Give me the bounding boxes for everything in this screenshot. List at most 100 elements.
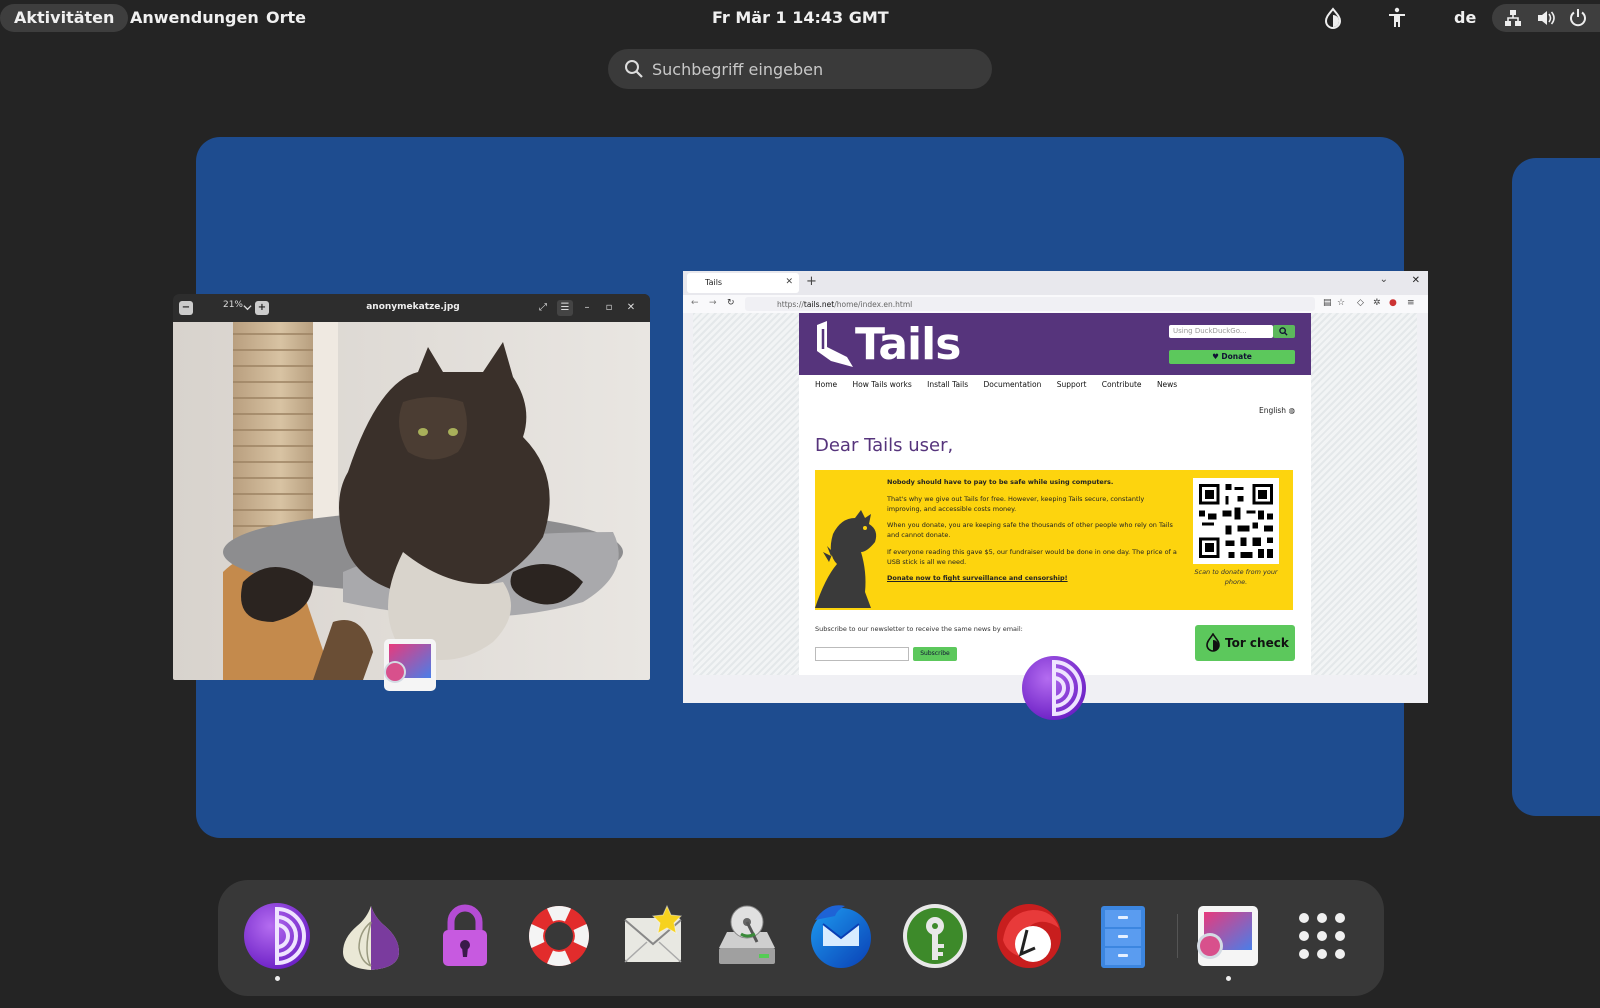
url-path: /home/index.en.html — [834, 300, 913, 309]
fullscreen-icon[interactable]: ⤢ — [535, 300, 551, 316]
clock[interactable]: Fr Mär 1 14:43 GMT — [712, 4, 889, 32]
globe-icon: ◍ — [1288, 406, 1295, 415]
help-lifebuoy-icon[interactable] — [523, 900, 595, 972]
image-viewer-window[interactable]: − 21% + anonymekatze.jpg ⤢ ☰ – ▫ ✕ — [173, 294, 650, 680]
tor-browser-icon — [1022, 656, 1086, 720]
tails-logo-text[interactable]: Tails — [855, 319, 961, 370]
nav-support[interactable]: Support — [1057, 380, 1087, 389]
reader-view-icon[interactable]: ▤ — [1323, 298, 1332, 308]
browser-tab-bar: Tails ✕ + ⌄ ✕ — [683, 271, 1428, 295]
ublock-icon[interactable]: ● — [1389, 298, 1397, 308]
back-icon[interactable]: ← — [691, 298, 699, 308]
nav-home[interactable]: Home — [815, 380, 837, 389]
tor-check-button[interactable]: Tor check — [1195, 625, 1295, 661]
qr-caption: Scan to donate from your phone. — [1194, 568, 1278, 586]
banner-text: Nobody should have to pay to be safe whi… — [887, 478, 1177, 591]
forward-icon[interactable]: → — [709, 298, 717, 308]
url-host: tails.net — [803, 300, 835, 309]
tab-title: Tails — [705, 278, 723, 287]
newsletter-text: Subscribe to our newsletter to receive t… — [815, 625, 1023, 633]
reload-icon[interactable]: ↻ — [727, 298, 735, 308]
tails-logo-icon[interactable] — [813, 319, 855, 369]
extensions-icon[interactable]: ✲ — [1373, 298, 1381, 308]
language-label: English — [1258, 406, 1287, 415]
chevron-down-icon[interactable] — [243, 303, 252, 312]
browser-navbar: ← → ↻ https://tails.net/home/index.en.ht… — [683, 295, 1428, 313]
nav-documentation[interactable]: Documentation — [984, 380, 1042, 389]
search-bar — [608, 49, 992, 89]
language-selector[interactable]: English ◍ — [1259, 406, 1295, 415]
electrum-icon[interactable] — [993, 900, 1065, 972]
accessibility-icon[interactable] — [1385, 6, 1409, 30]
next-workspace-thumbnail[interactable] — [1512, 158, 1600, 816]
nav-contribute[interactable]: Contribute — [1102, 380, 1142, 389]
dash-separator — [1177, 914, 1178, 958]
maximize-icon[interactable]: ▫ — [601, 300, 617, 316]
files-icon[interactable] — [1087, 900, 1159, 972]
close-tab-icon[interactable]: ✕ — [785, 277, 793, 287]
system-menu[interactable] — [1492, 4, 1600, 32]
qr-code — [1193, 478, 1279, 564]
donate-button[interactable]: ♥ Donate — [1169, 350, 1295, 364]
greeting-heading: Dear Tails user, — [815, 435, 954, 456]
menu-icon[interactable]: ≡ — [1407, 298, 1415, 308]
email-icon[interactable] — [617, 900, 689, 972]
menu-icon[interactable]: ☰ — [557, 300, 573, 316]
top-bar: Aktivitäten Anwendungen Orte Fr Mär 1 14… — [0, 0, 1600, 36]
tor-browser-window[interactable]: Tails ✕ + ⌄ ✕ ← → ↻ https://tails.net/ho… — [683, 271, 1428, 703]
places-menu[interactable]: Orte — [252, 4, 320, 32]
thunderbird-icon[interactable] — [805, 900, 877, 972]
tails-webpage: Tails Using DuckDuckGo... ♥ Donate Home … — [799, 313, 1311, 675]
new-tab-button[interactable]: + — [806, 274, 817, 289]
tab-list-icon[interactable]: ⌄ — [1380, 274, 1388, 285]
search-icon — [625, 60, 643, 78]
image-viewer-header: − 21% + anonymekatze.jpg ⤢ ☰ – ▫ ✕ — [173, 294, 650, 322]
tor-browser-icon[interactable] — [241, 900, 313, 972]
zoom-out-button[interactable]: − — [179, 301, 193, 315]
newsletter-email-field[interactable] — [815, 647, 909, 661]
keepassxc-icon[interactable] — [899, 900, 971, 972]
banner-headline: Nobody should have to pay to be safe whi… — [887, 478, 1114, 486]
banner-paragraph: That's why we give out Tails for free. H… — [887, 494, 1145, 513]
disk-utility-icon[interactable] — [711, 900, 783, 972]
language-indicator[interactable]: de — [1440, 4, 1490, 32]
banner-paragraph: If everyone reading this gave $5, our fu… — [887, 547, 1177, 566]
donate-link[interactable]: Donate now to fight surveillance and cen… — [887, 574, 1177, 584]
nav-install-tails[interactable]: Install Tails — [927, 380, 968, 389]
site-search-button[interactable] — [1273, 325, 1295, 338]
url-prefix: https:// — [777, 300, 804, 309]
nav-how-tails-works[interactable]: How Tails works — [853, 380, 912, 389]
onion-circuits-icon[interactable] — [335, 900, 407, 972]
banner-paragraph: When you donate, you are keeping safe th… — [887, 521, 1173, 539]
network-icon — [1505, 10, 1521, 26]
close-icon[interactable]: ✕ — [623, 300, 639, 316]
tor-check-label: Tor check — [1225, 636, 1289, 650]
search-icon — [1279, 327, 1288, 336]
image-viewer-icon[interactable] — [1192, 900, 1264, 972]
applications-menu[interactable]: Anwendungen — [116, 4, 273, 32]
subscribe-button[interactable]: Subscribe — [913, 647, 957, 661]
tails-nav: Home How Tails works Install Tails Docum… — [815, 380, 1190, 389]
site-search-input[interactable]: Using DuckDuckGo... — [1169, 325, 1273, 338]
bookmark-star-icon[interactable]: ☆ — [1337, 298, 1345, 308]
url-bar[interactable]: https://tails.net/home/index.en.html — [745, 297, 1315, 311]
image-viewer-icon — [384, 639, 436, 691]
search-input[interactable] — [652, 49, 972, 89]
tor-status-icon[interactable] — [1321, 6, 1345, 30]
cat-photo — [173, 322, 650, 680]
close-window-icon[interactable]: ✕ — [1412, 275, 1420, 286]
nav-news[interactable]: News — [1157, 380, 1177, 389]
activities-button[interactable]: Aktivitäten — [0, 4, 129, 32]
show-apps-icon[interactable] — [1286, 900, 1358, 972]
minimize-icon[interactable]: – — [579, 300, 595, 316]
tails-header: Tails Using DuckDuckGo... ♥ Donate — [799, 313, 1311, 375]
browser-tab[interactable]: Tails ✕ — [687, 273, 799, 293]
browser-content: Tails Using DuckDuckGo... ♥ Donate Home … — [693, 313, 1417, 675]
power-icon — [1570, 9, 1586, 27]
godzilla-illustration — [815, 510, 877, 608]
image-viewer-title: anonymekatze.jpg — [366, 302, 460, 312]
shield-icon[interactable]: ◇ — [1357, 298, 1364, 308]
tor-onion-icon — [1206, 633, 1220, 652]
zoom-in-button[interactable]: + — [255, 301, 269, 315]
kleopatra-lock-icon[interactable] — [429, 900, 501, 972]
